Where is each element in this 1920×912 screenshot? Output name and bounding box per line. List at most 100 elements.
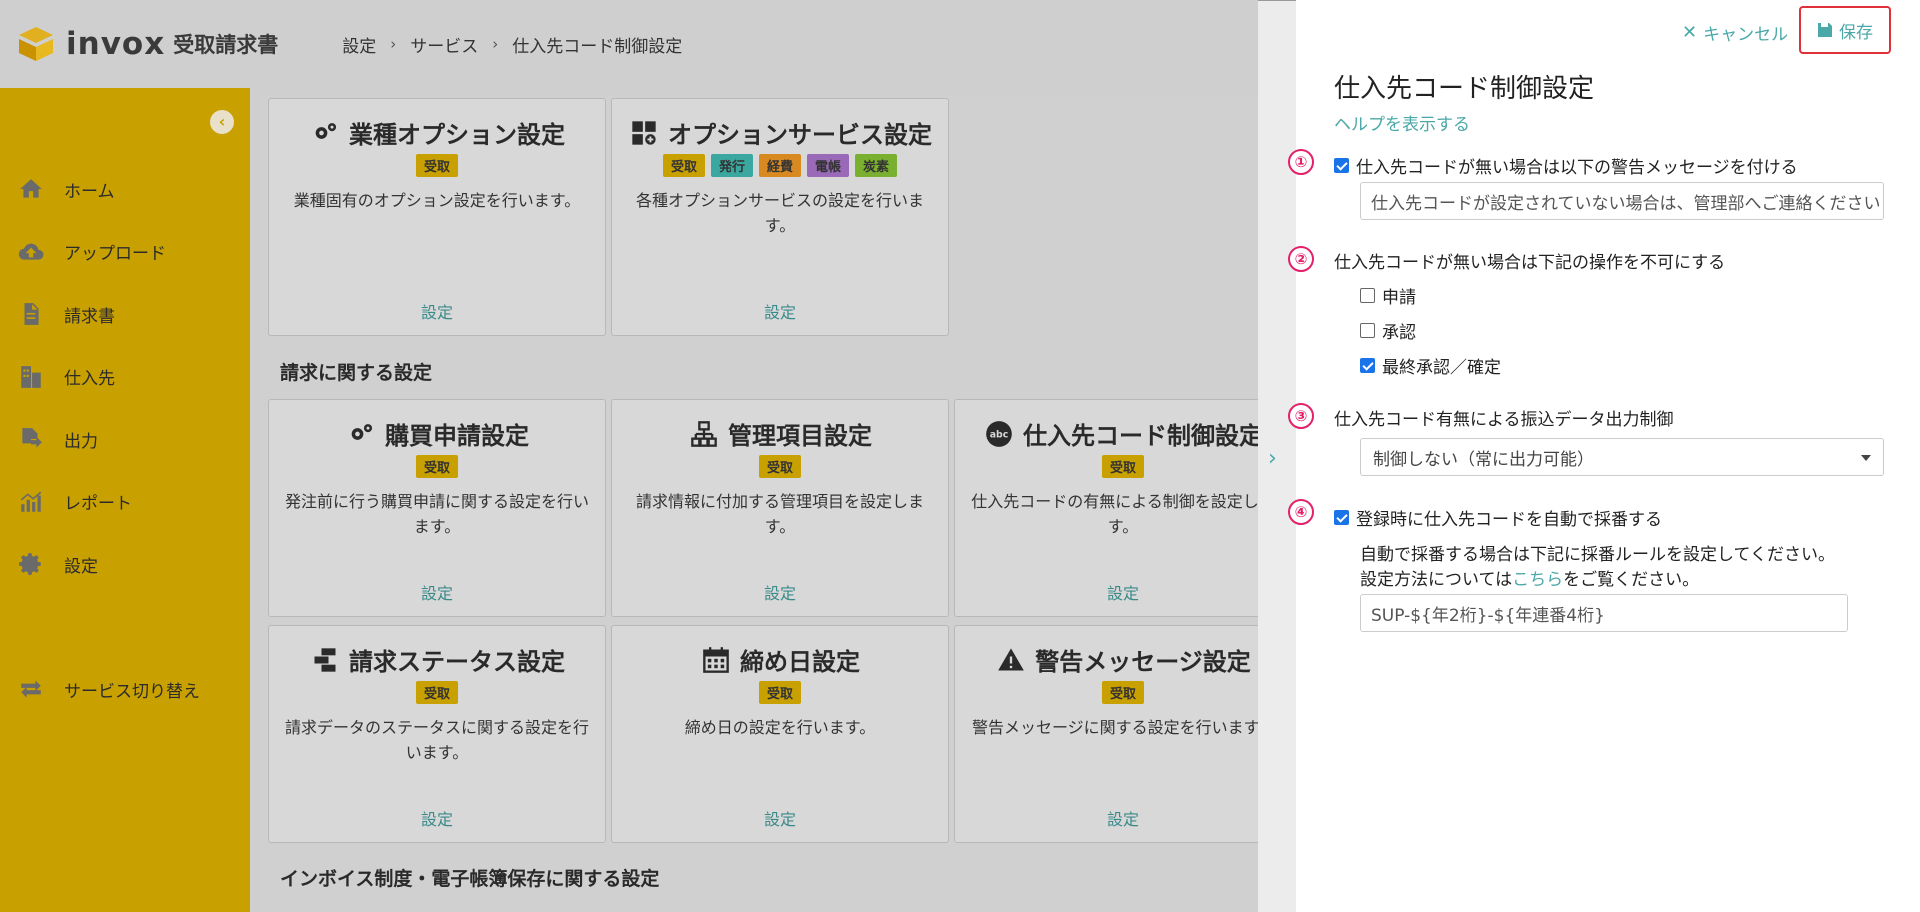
card-settings-link[interactable]: 設定	[612, 580, 948, 604]
transfer-output-select[interactable]: 制御しない（常に出力可能）	[1360, 438, 1884, 476]
card-title-text: 締め日設定	[740, 648, 860, 676]
save-label: 保存	[1839, 22, 1873, 43]
option-warning-message: 仕入先コードが無い場合は以下の警告メッセージを付ける	[1334, 153, 1798, 178]
card-settings-link[interactable]: 設定	[955, 580, 1258, 604]
settings-panel: ✕ キャンセル 保存 仕入先コード制御設定 ヘルプを表示する ① 仕入先コードが…	[1288, 0, 1920, 912]
panel-toggle-strip[interactable]: ›	[1258, 0, 1296, 912]
svg-text:abc: abc	[990, 429, 1009, 440]
card-settings-link[interactable]: 設定	[269, 299, 605, 323]
sidebar-item-settings[interactable]: 設定	[0, 533, 250, 596]
badge-receive: 受取	[662, 154, 705, 177]
section-heading-invoice: インボイス制度・電子帳簿保存に関する設定	[280, 868, 660, 890]
sidebar-item-label: 設定	[64, 556, 98, 577]
step-number-4: ④	[1288, 499, 1314, 525]
save-button[interactable]: 保存	[1799, 6, 1891, 54]
help-link[interactable]: ヘルプを表示する	[1334, 110, 1470, 135]
sidebar-item-export[interactable]: 出力	[0, 408, 250, 471]
sidebar-item-label: アップロード	[64, 244, 166, 265]
card-description: 業種固有のオプション設定を行います。	[293, 191, 581, 210]
card-settings-link[interactable]: 設定	[269, 806, 605, 830]
badge-receive: 受取	[758, 681, 801, 704]
option-label: 仕入先コードが無い場合は下記の操作を不可にする	[1334, 253, 1726, 273]
card-title-text: 請求ステータス設定	[349, 648, 565, 676]
numbering-rule-input[interactable]: SUP-${年2桁}-${年連番4桁}	[1360, 594, 1848, 632]
card-supplier-code-control: abc 仕入先コード制御設定 受取 仕入先コードの有無による制御を設定します。 …	[954, 399, 1258, 617]
badge-carbon: 炭素	[855, 154, 898, 177]
sidebar-item-service-switch[interactable]: サービス切り替え	[0, 658, 200, 721]
disable-apply-checkbox[interactable]	[1360, 288, 1375, 303]
card-title: 管理項目設定	[612, 416, 948, 451]
section-heading-billing: 請求に関する設定	[280, 362, 433, 384]
sidebar-item-reports[interactable]: レポート	[0, 471, 250, 534]
calendar-icon	[700, 646, 732, 674]
card-description: 請求情報に付加する管理項目を設定します。	[635, 492, 924, 536]
howto-link[interactable]: こちら	[1512, 570, 1563, 590]
option-label: 登録時に仕入先コードを自動で採番する	[1356, 510, 1662, 530]
collapse-sidebar-icon[interactable]: ‹	[210, 110, 234, 134]
card-title-text: 警告メッセージ設定	[1035, 648, 1251, 676]
card-title-text: オプションサービス設定	[668, 121, 932, 149]
chevron-right-icon: ›	[492, 35, 499, 53]
cancel-button[interactable]: ✕ キャンセル	[1682, 20, 1788, 45]
card-description: 発注前に行う購買申請に関する設定を行います。	[284, 492, 589, 536]
chevron-right-icon[interactable]: ›	[1268, 446, 1277, 471]
sidebar-item-upload[interactable]: アップロード	[0, 221, 250, 284]
caret-down-icon	[1861, 455, 1871, 461]
sidebar-item-suppliers[interactable]: 仕入先	[0, 346, 250, 409]
cloud-upload-icon	[16, 239, 46, 265]
card-title-text: 購買申請設定	[385, 422, 529, 450]
sidebar-nav: ホーム アップロード 請求書 仕入先 出力 レポート 設定	[0, 158, 250, 596]
card-settings-link[interactable]: 設定	[955, 806, 1258, 830]
warning-message-input[interactable]: 仕入先コードが設定されていない場合は、管理部へご連絡ください	[1360, 182, 1884, 220]
card-description: 締め日の設定を行います。	[684, 718, 876, 737]
document-icon	[16, 301, 46, 327]
card-title: 締め日設定	[612, 642, 948, 677]
disable-approve-checkbox[interactable]	[1360, 323, 1375, 338]
logo-text: invox	[66, 26, 166, 62]
grid-plus-icon	[628, 119, 660, 147]
card-title: 請求ステータス設定	[269, 642, 605, 677]
warning-message-checkbox[interactable]	[1334, 158, 1349, 173]
badge-receive: 受取	[1101, 681, 1144, 704]
card-option-services: オプションサービス設定 受取 発行 経費 電帳 炭素 各種オプションサービスの設…	[611, 98, 949, 336]
sidebar: ‹ ホーム アップロード 請求書 仕入先 出力 レポート 設定 サービス切り替え	[0, 88, 250, 912]
checkbox-label: 申請	[1382, 288, 1416, 308]
sidebar-item-label: レポート	[64, 494, 132, 515]
floppy-disk-icon	[1818, 23, 1832, 37]
step-number-2: ②	[1288, 246, 1314, 272]
card-settings-link[interactable]: 設定	[612, 806, 948, 830]
warning-triangle-icon	[995, 646, 1027, 674]
sidebar-item-home[interactable]: ホーム	[0, 158, 250, 221]
auto-numbering-note: 自動で採番する場合は下記に採番ルールを設定してください。	[1360, 545, 1835, 565]
home-icon	[16, 176, 46, 202]
card-settings-link[interactable]: 設定	[612, 299, 948, 323]
sitemap-icon	[688, 420, 720, 448]
settings-main: 業種オプション設定 受取 業種固有のオプション設定を行います。 設定 オプション…	[258, 96, 1258, 912]
option-label: 仕入先コードが無い場合は以下の警告メッセージを付ける	[1356, 158, 1798, 178]
card-title: abc 仕入先コード制御設定	[955, 416, 1258, 451]
app-logo[interactable]: invox 受取請求書	[16, 24, 278, 64]
step-number-3: ③	[1288, 403, 1314, 429]
card-settings-link[interactable]: 設定	[269, 580, 605, 604]
breadcrumb-item-service[interactable]: サービス	[410, 32, 478, 57]
auto-numbering-checkbox[interactable]	[1334, 510, 1349, 525]
chart-icon	[16, 489, 46, 515]
building-icon	[16, 364, 46, 390]
panel-title: 仕入先コード制御設定	[1334, 74, 1595, 104]
logo-subtitle: 受取請求書	[173, 33, 279, 57]
option-transfer-output: 仕入先コード有無による振込データ出力制御	[1334, 405, 1674, 430]
badge-receive: 受取	[758, 455, 801, 478]
card-description: 警告メッセージに関する設定を行います。	[971, 718, 1258, 737]
option-auto-numbering: 登録時に仕入先コードを自動で採番する	[1334, 505, 1662, 530]
option-label: 仕入先コード有無による振込データ出力制御	[1334, 410, 1674, 430]
status-flow-icon	[309, 646, 341, 674]
disable-final-approve-checkbox[interactable]	[1360, 358, 1375, 373]
howto-prefix: 設定方法については	[1360, 570, 1513, 590]
breadcrumb-item-settings[interactable]: 設定	[342, 32, 376, 57]
breadcrumb-item-current: 仕入先コード制御設定	[512, 36, 683, 57]
sidebar-item-label: 請求書	[64, 306, 115, 327]
gear-icon	[16, 551, 46, 577]
sidebar-item-label: 仕入先	[64, 369, 115, 390]
card-title: 購買申請設定	[269, 416, 605, 451]
sidebar-item-invoices[interactable]: 請求書	[0, 283, 250, 346]
